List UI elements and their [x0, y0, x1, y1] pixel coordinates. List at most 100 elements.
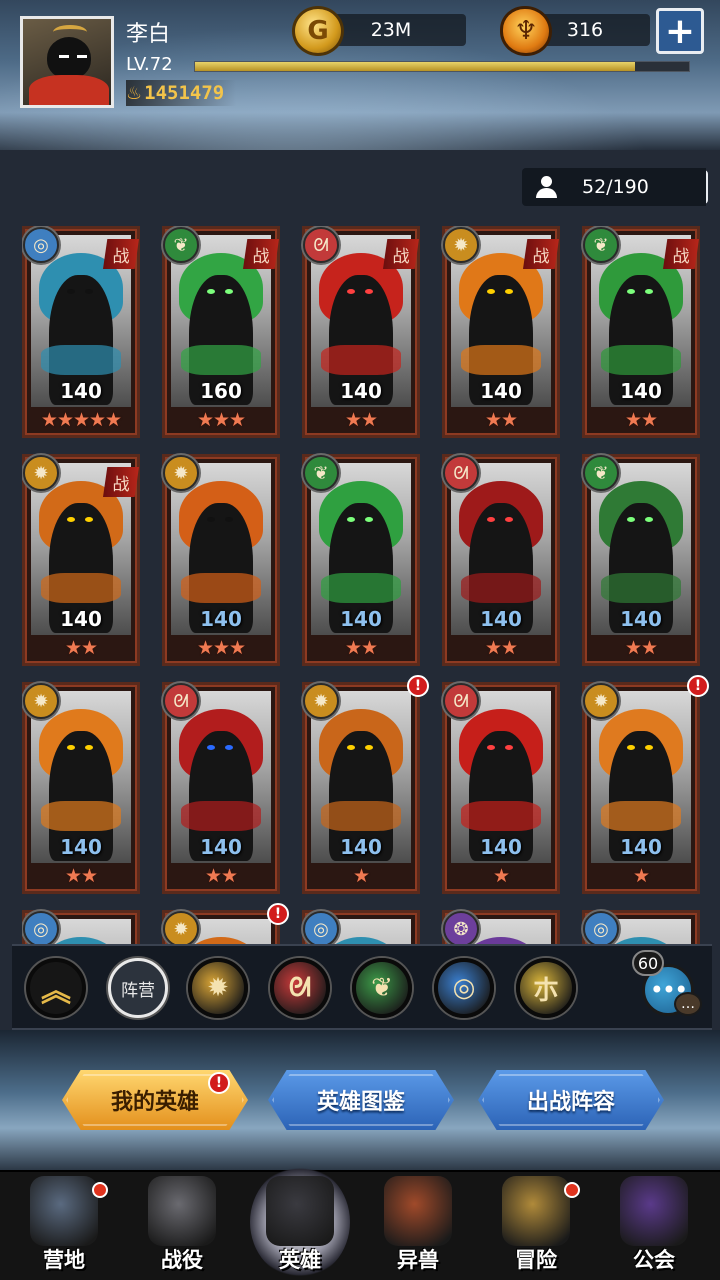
hero-card[interactable]: ✹! 140 ★ [582, 675, 709, 894]
xp-bar-fill [195, 62, 635, 71]
hero-eye-right [645, 517, 653, 522]
hero-level: 140 [200, 835, 242, 859]
hero-eye-left [207, 745, 215, 750]
camp-filter-button[interactable]: 阵营 [108, 958, 168, 1018]
hero-card[interactable]: ᘛ 140 ★★ [162, 682, 280, 894]
collapse-filter-button[interactable]: ︽ [26, 958, 86, 1018]
hero-level: 140 [620, 835, 662, 859]
hero-stars: ★★ [484, 637, 518, 659]
hero-level: 140 [60, 835, 102, 859]
hero-card[interactable]: ◎ [582, 910, 700, 946]
wood-element-icon: ❦ [583, 455, 619, 491]
hero-cloth [41, 345, 121, 375]
water-element-icon: ◎ [23, 911, 59, 946]
hero-card[interactable]: ◎ 战 140 ★★★★★ [22, 226, 140, 438]
hero-cloth [321, 573, 401, 603]
hero-cloth [461, 801, 541, 831]
camp-icon [30, 1176, 98, 1246]
hero-eye-left [347, 517, 355, 522]
hero-eye-right [85, 517, 93, 522]
hero-eye-right [365, 517, 373, 522]
light-element-icon: ✹ [303, 683, 339, 719]
nav-crossed-swords[interactable]: 战役 [126, 1172, 238, 1280]
light-filter-button[interactable]: ✹ [188, 958, 248, 1018]
water-element-icon: ◎ [23, 227, 59, 263]
hero-level: 140 [340, 379, 382, 403]
hero-card[interactable]: ◎ [22, 910, 140, 946]
player-avatar[interactable] [20, 16, 114, 108]
special-filter-button[interactable]: 朩 [516, 958, 576, 1018]
add-currency-button[interactable]: + [656, 8, 704, 54]
hero-stars: ★★ [344, 637, 378, 659]
hero-card[interactable]: ❂ [442, 910, 560, 946]
water-filter-button[interactable]: ◎ [434, 958, 494, 1018]
hero-eye-right [85, 745, 93, 750]
nav-compass[interactable]: 冒险 [480, 1172, 592, 1280]
hero-level: 140 [60, 379, 102, 403]
hero-card[interactable]: ❦ 140 ★★ [582, 454, 700, 666]
light-element-icon: ✹ [23, 455, 59, 491]
hero-stars: ★★★★★ [40, 409, 122, 431]
water-element-icon: ◎ [303, 911, 339, 946]
battle-lineup-tab[interactable]: 出战阵容 [478, 1070, 664, 1130]
notification-dot [564, 1182, 580, 1198]
hero-card[interactable]: ᘛ 战 140 ★★ [302, 226, 420, 438]
light-element-icon: ✹ [583, 683, 619, 719]
hero-card[interactable]: ᘛ 140 ★ [442, 682, 560, 894]
hero-eye-left [347, 289, 355, 294]
hero-card[interactable]: ✹ 140 ★★★ [162, 454, 280, 666]
nav-label: 战役 [161, 1248, 203, 1272]
hero-eye-left [67, 517, 75, 522]
element-filter-bar: ︽ 阵营 ••• 60 … ✹ ᘛ ❦ ◎ 朩 [12, 944, 712, 1030]
hero-card[interactable]: ✹! [162, 903, 289, 946]
hero-cloth [461, 573, 541, 603]
nav-knight-helmet[interactable]: 英雄 [244, 1166, 356, 1280]
nav-camp[interactable]: 营地 [8, 1172, 120, 1280]
hero-card[interactable]: ✹ 140 ★★ [22, 682, 140, 894]
hero-card[interactable]: ✹ 战 140 ★★ [442, 226, 560, 438]
user-add-icon [536, 176, 562, 198]
hero-stars: ★★★ [196, 409, 246, 431]
notification-dot [92, 1182, 108, 1198]
in-battle-tag: 战 [243, 239, 279, 269]
hero-card[interactable]: ❦ 140 ★★ [302, 454, 420, 666]
nav-label: 冒险 [515, 1248, 557, 1272]
nav-guild-banner[interactable]: 公会 [598, 1172, 710, 1280]
nav-beast[interactable]: 异兽 [362, 1172, 474, 1280]
gem-icon: ♆ [500, 6, 552, 56]
hero-guide-tab[interactable]: 英雄图鉴 [268, 1070, 454, 1130]
in-battle-tag: 战 [103, 239, 139, 269]
fire-element-icon: ᘛ [163, 683, 199, 719]
hero-eye-right [505, 289, 513, 294]
hero-stars: ★★★ [196, 637, 246, 659]
avatar-head [47, 37, 91, 79]
hero-eye-left [67, 745, 75, 750]
player-level: LV.72 [126, 54, 173, 75]
hero-stars: ★★ [484, 409, 518, 431]
hero-stars: ★★ [64, 637, 98, 659]
nav-label: 英雄 [279, 1248, 321, 1272]
avatar-scarf [29, 75, 109, 105]
fire-filter-button[interactable]: ᘛ [270, 958, 330, 1018]
hero-card[interactable]: ❦ 战 160 ★★★ [162, 226, 280, 438]
dark-element-icon: ❂ [443, 911, 479, 946]
hero-card[interactable]: ❦ 战 140 ★★ [582, 226, 700, 438]
wood-filter-button[interactable]: ❦ [352, 958, 412, 1018]
hero-eye-right [225, 289, 233, 294]
bottom-nav: 营地 战役 英雄 异兽 冒险 公会 [0, 1166, 720, 1280]
hero-level: 140 [480, 607, 522, 631]
hero-cloth [601, 801, 681, 831]
hero-card[interactable]: ✹ 战 140 ★★ [22, 454, 140, 666]
hero-card[interactable]: ✹! 140 ★ [302, 675, 429, 894]
hero-cloth [181, 801, 261, 831]
light-element-icon: ✹ [443, 227, 479, 263]
hero-card[interactable]: ◎ [302, 910, 420, 946]
hero-eye-left [627, 289, 635, 294]
chat-button[interactable]: ••• 60 … [632, 950, 704, 1028]
wood-element-icon: ❦ [583, 227, 619, 263]
hero-cloth [601, 345, 681, 375]
hero-level: 140 [480, 835, 522, 859]
compass-icon [502, 1176, 570, 1246]
light-element-icon: ✹ [163, 911, 199, 946]
hero-card[interactable]: ᘛ 140 ★★ [442, 454, 560, 666]
